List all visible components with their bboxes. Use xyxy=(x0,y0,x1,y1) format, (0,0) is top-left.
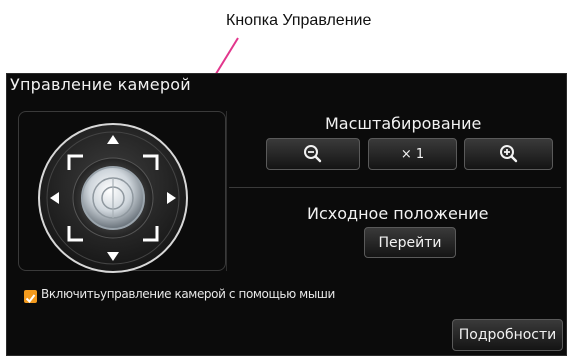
camera-control-panel: Управление камерой Масштабирование × 1 И… xyxy=(6,73,567,356)
zoom-in-button[interactable] xyxy=(464,138,553,170)
checkmark-icon xyxy=(25,294,36,304)
vertical-divider xyxy=(226,111,227,271)
callout-label: Кнопка Управление xyxy=(226,12,372,29)
panel-title: Управление камерой xyxy=(10,75,191,94)
horizontal-divider xyxy=(229,187,561,188)
mouse-control-checkbox[interactable] xyxy=(24,290,37,304)
zoom-level-text: × 1 xyxy=(400,146,425,162)
details-button[interactable]: Подробности xyxy=(452,319,563,351)
zoom-out-button[interactable] xyxy=(266,138,360,170)
goto-home-button[interactable]: Перейти xyxy=(364,227,456,258)
zoom-level-button[interactable]: × 1 xyxy=(368,138,457,170)
home-position-label: Исходное положение xyxy=(307,204,489,223)
zoom-in-icon xyxy=(499,145,517,163)
mouse-control-label: Включитьуправление камерой с помощью мыш… xyxy=(41,287,335,301)
ptz-control-pad[interactable] xyxy=(31,118,193,278)
zoom-out-icon xyxy=(304,145,322,163)
details-button-label: Подробности xyxy=(458,327,557,343)
zoom-label: Масштабирование xyxy=(325,114,482,133)
ptz-center-knob[interactable] xyxy=(81,166,145,230)
goto-home-button-label: Перейти xyxy=(378,234,442,251)
